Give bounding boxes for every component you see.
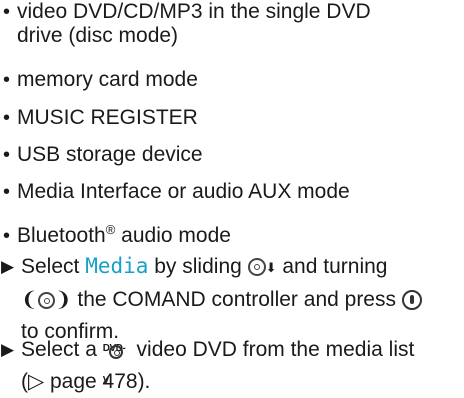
step-continued: ❨ ❩ the COMAND controller and press [1, 284, 464, 316]
dvd-icon-label: DVD-V [102, 343, 126, 386]
list-item-text: video DVD/CD/MP3 in the single DVD [17, 0, 371, 23]
list-item-text: MUSIC REGISTER [17, 106, 198, 129]
controller-slide-down-icon [247, 258, 266, 276]
bullet-dot: • [3, 144, 11, 166]
list-item: • memory card mode [3, 68, 463, 92]
step-text: Select [21, 255, 86, 278]
registered-mark: ® [105, 222, 116, 237]
bullet-dot: • [3, 69, 11, 91]
step-text: the COMAND controller and press [71, 288, 402, 311]
step-text: and turning [276, 255, 388, 278]
controller-press-icon [401, 290, 422, 310]
dvd-video-icon: DVD-V [103, 337, 131, 386]
arrow-down-icon: ⬇ [265, 260, 277, 275]
controller-turn-icon: ❨ ❩ [21, 289, 72, 311]
menu-item-media: Media [85, 254, 149, 278]
list-item-text-continued: drive (disc mode) [17, 24, 179, 47]
manual-page: • video DVD/CD/MP3 in the single DVD driv… [0, 0, 464, 396]
list-item-text: memory card mode [17, 68, 198, 91]
step-text: Select a [21, 338, 103, 361]
step-text: video DVD from the media list [130, 338, 415, 361]
bullet-dot: • [3, 181, 11, 203]
instruction-step: ▶ Select a DVD-V video DVD from the media… [1, 334, 464, 398]
list-item: • Media Interface or audio AUX mode [3, 180, 463, 204]
list-item-text: Bluetooth [17, 224, 106, 247]
page-reference: (▷ page 478). [21, 370, 151, 393]
list-item-text-suffix: audio mode [115, 224, 231, 247]
list-item-text: USB storage device [17, 143, 203, 166]
triangle-right-icon: ▶ [1, 257, 15, 276]
list-item: • MUSIC REGISTER [3, 106, 463, 130]
list-item: • USB storage device [3, 143, 463, 167]
list-item: • video DVD/CD/MP3 in the single DVD driv… [3, 0, 463, 48]
step-text: by sliding [148, 255, 248, 278]
list-item-text: Media Interface or audio AUX mode [17, 180, 350, 203]
list-item: • Bluetooth® audio mode [3, 218, 463, 248]
bullet-dot: • [3, 107, 11, 129]
bullet-dot: • [3, 225, 11, 247]
triangle-right-icon: ▶ [1, 340, 15, 359]
bullet-dot: • [3, 1, 11, 23]
